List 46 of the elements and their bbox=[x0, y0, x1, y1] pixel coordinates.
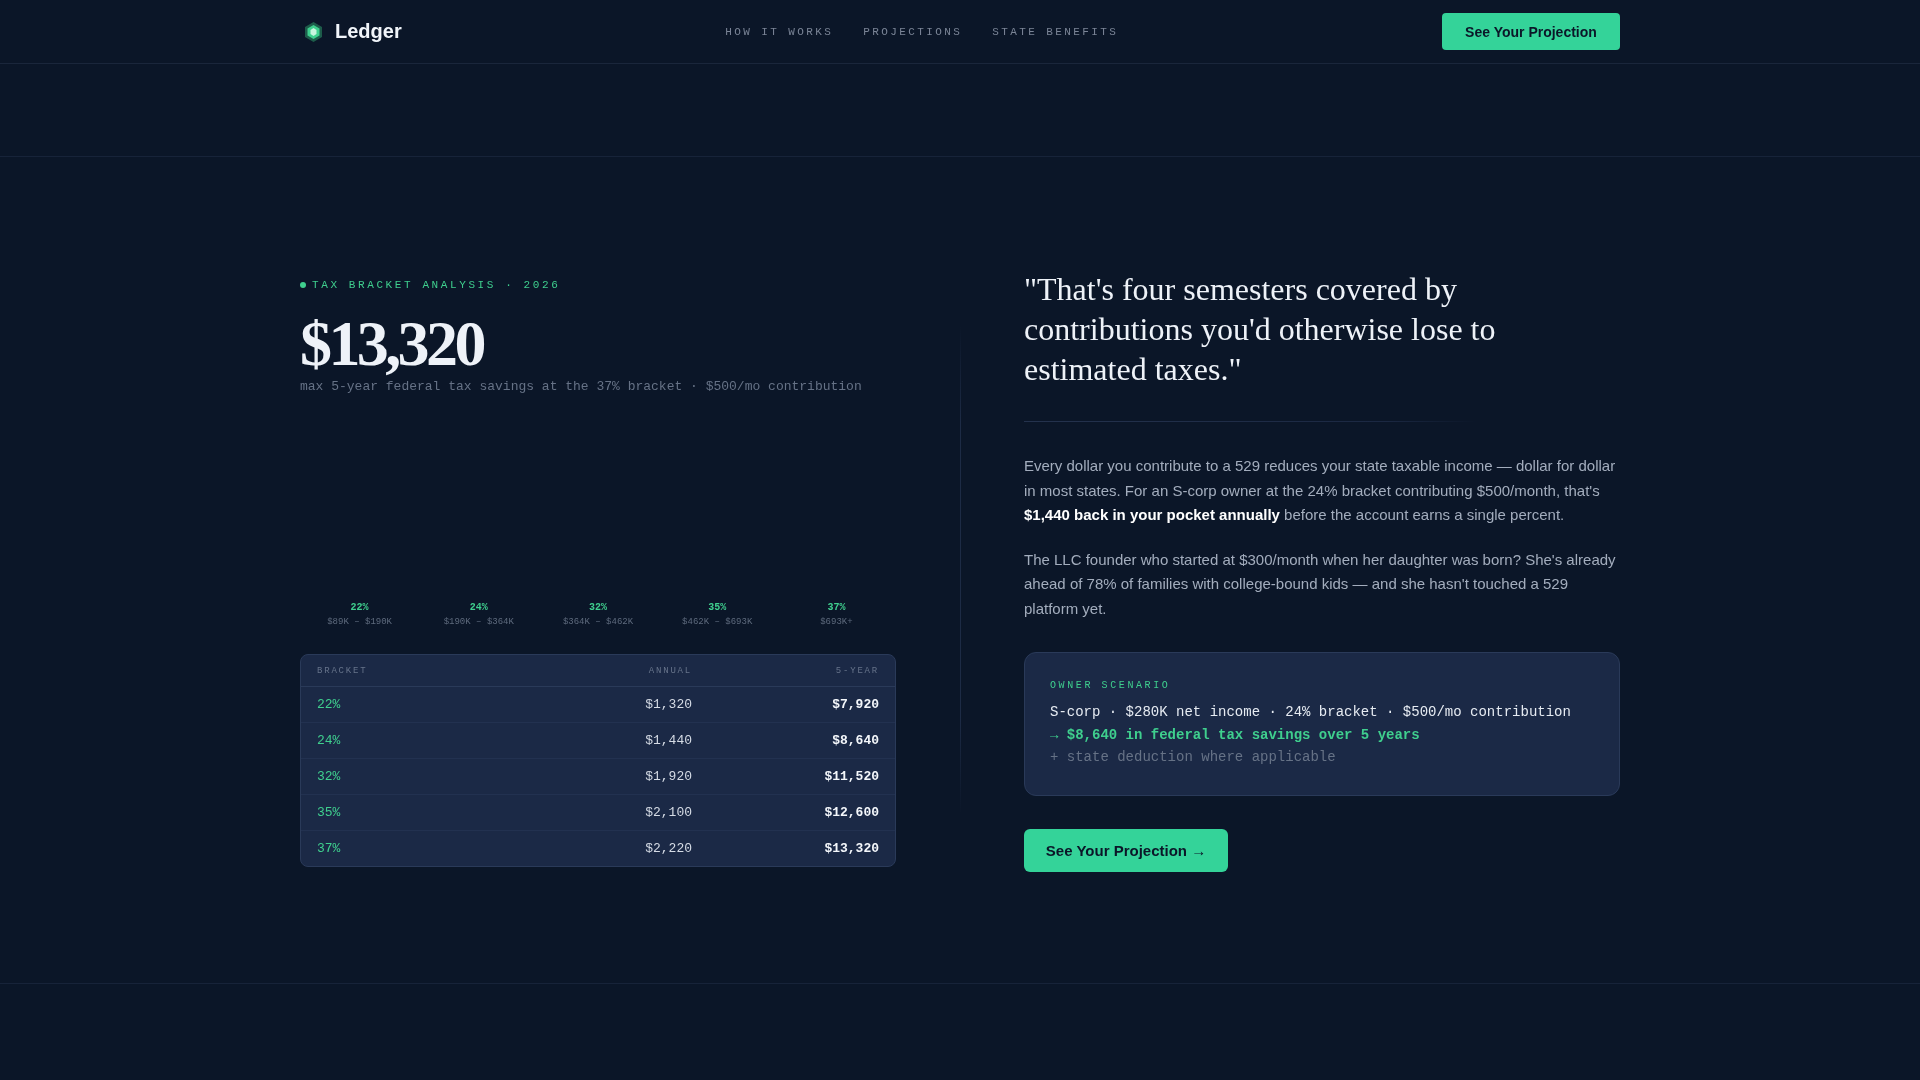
cta-button[interactable]: See Your Projection bbox=[1442, 13, 1620, 50]
table-cell-text: 37% bbox=[317, 841, 342, 856]
table-cell: $8,640 bbox=[832, 733, 879, 748]
nav-link[interactable]: PROJECTIONS bbox=[863, 25, 963, 38]
savings-result: → $8,640 in federal tax savings over 5 years bbox=[1050, 725, 1421, 745]
savings-caption: max 5-year federal tax savings at the 37% bracket · $500/mo contribution bbox=[300, 378, 863, 396]
bracket-rate: 22% bbox=[350, 601, 369, 615]
hexagon-logo-icon bbox=[305, 21, 322, 42]
bracket-rate: 24% bbox=[469, 601, 488, 615]
savings-headline: $13,320 bbox=[300, 312, 485, 376]
bracket-range: $693K+ bbox=[820, 616, 853, 629]
table-cell-text: 24% bbox=[317, 733, 342, 748]
table-cell: $2,220 bbox=[645, 841, 692, 856]
scenario-label: OWNER SCENARIO bbox=[1050, 679, 1172, 693]
table-cell: $2,100 bbox=[645, 805, 692, 820]
nav-link[interactable]: STATE BENEFITS bbox=[992, 25, 1119, 38]
cta-button[interactable]: See Your Projection → bbox=[1024, 828, 1228, 872]
body-paragraph: The LLC founder who started at $300/month when her daughter was born? She's already ahead of 78% of families with college-bound kids — and she hasn't touched a 529 platform yet. bbox=[1024, 549, 1617, 619]
table-cell: $13,320 bbox=[824, 841, 879, 856]
column-header: BRACKET bbox=[317, 665, 369, 676]
table-cell: $7,920 bbox=[832, 697, 879, 712]
scenario-note: + state deduction where applicable bbox=[1050, 748, 1337, 767]
scenario-details: S-corp · $280K net income · 24% bracket · $500/mo contribution bbox=[1050, 703, 1572, 722]
bracket-range: $190K – $364K bbox=[443, 616, 514, 629]
bracket-rate: 37% bbox=[827, 601, 846, 615]
table-cell-text: 22% bbox=[317, 697, 342, 712]
bracket-range: $89K – $190K bbox=[327, 616, 392, 629]
table-cell: $1,320 bbox=[645, 697, 692, 712]
column-header: 5-YEAR bbox=[835, 665, 879, 676]
table-cell-text: 35% bbox=[317, 805, 342, 820]
table-cell-text: 32% bbox=[317, 769, 342, 784]
bracket-rate: 35% bbox=[708, 601, 727, 615]
table-cell: $12,600 bbox=[824, 805, 879, 820]
bracket-range: $462K – $693K bbox=[682, 616, 753, 629]
body-paragraph: Every dollar you contribute to a 529 reduces your state taxable income — dollar for dollar in most states. For an S-corp owner at the 24% bracket contributing $500/month, that's $1,440 back in your pocket annually before the account earns a single percent. bbox=[1024, 456, 1617, 525]
nav-link[interactable]: HOW IT WORKS bbox=[725, 25, 834, 38]
pull-quote: "That's four semesters covered by contributions you'd otherwise lose to estimated taxes." bbox=[1024, 270, 1497, 389]
column-header: ANNUAL bbox=[648, 665, 692, 676]
bracket-rate: 32% bbox=[589, 601, 607, 615]
brand-name[interactable]: Ledger bbox=[335, 20, 402, 43]
dot-icon bbox=[300, 282, 306, 288]
table-cell: $1,440 bbox=[645, 733, 692, 748]
table-cell: $1,920 bbox=[645, 769, 692, 784]
table-cell: $11,520 bbox=[824, 769, 879, 784]
bracket-range: $364K – $462K bbox=[562, 616, 634, 629]
eyebrow-label: TAX BRACKET ANALYSIS · 2026 bbox=[312, 279, 561, 291]
